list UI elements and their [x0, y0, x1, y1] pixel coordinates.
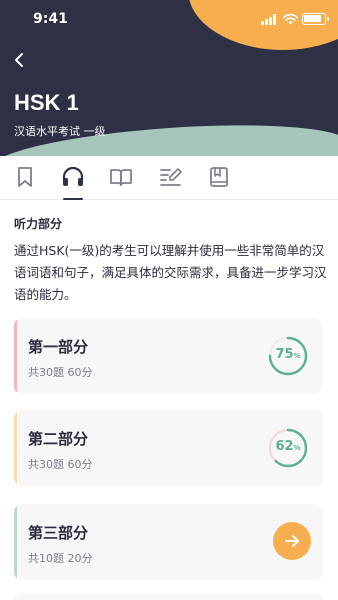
part-meta: 共10题 20分 — [28, 552, 93, 565]
start-part-button[interactable] — [273, 522, 311, 560]
part-title: 第二部分 — [28, 430, 89, 448]
section-description: 通过HSK(一级)的考生可以理解并使用一些非常简单的汉语词语和句子，满足具体的交… — [14, 243, 327, 302]
progress-ring: 75% — [267, 335, 309, 377]
part-card-4-partial[interactable] — [14, 594, 323, 600]
part-card-3[interactable]: 第三部分 共10题 20分 — [14, 504, 323, 580]
tab-bookmark[interactable] — [12, 164, 38, 190]
part-card-2[interactable]: 第二部分 共30题 60分 62% — [14, 410, 323, 486]
page-title: HSK 1 — [14, 90, 79, 115]
section-heading: 听力部分 — [14, 217, 63, 231]
tab-reading[interactable] — [108, 164, 134, 190]
part-meta: 共30题 60分 — [28, 458, 93, 471]
battery-icon — [302, 13, 329, 25]
progress-ring: 62% — [267, 427, 309, 469]
card-accent-bar — [14, 410, 17, 486]
cellular-signal-icon — [261, 14, 277, 25]
progress-percent: 75% — [275, 347, 301, 362]
header-banner: 9:41 HSK 1 汉语水平考试 一级 — [0, 0, 338, 156]
status-bar: 9:41 — [0, 0, 338, 40]
part-title: 第一部分 — [28, 338, 89, 356]
progress-percent: 62% — [275, 439, 301, 454]
wifi-icon — [283, 13, 298, 25]
tab-writing[interactable] — [158, 164, 184, 190]
page-subtitle: 汉语水平考试 一级 — [14, 125, 106, 138]
card-accent-bar — [14, 504, 17, 580]
arrow-right-icon — [285, 535, 299, 547]
tab-listening[interactable] — [60, 164, 86, 200]
headphones-icon — [62, 166, 84, 186]
part-meta: 共30题 60分 — [28, 366, 93, 379]
status-time: 9:41 — [33, 11, 68, 27]
part-title: 第三部分 — [28, 524, 89, 542]
tab-notebook[interactable] — [206, 164, 232, 190]
back-arrow-icon[interactable] — [10, 50, 30, 70]
section-tab-bar — [0, 156, 338, 200]
part-card-1[interactable]: 第一部分 共30题 60分 75% — [14, 318, 323, 394]
card-accent-bar — [14, 318, 17, 394]
